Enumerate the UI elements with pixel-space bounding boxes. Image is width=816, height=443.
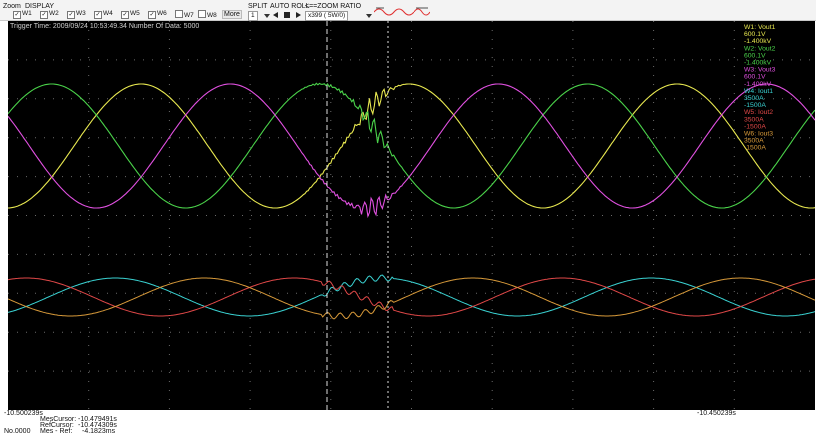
channel-checkbox-w4[interactable]: ✓ W4: [94, 10, 113, 19]
legend-min-w6: -1500A: [744, 145, 766, 152]
legend-min-w3: -1.400kV: [744, 81, 772, 88]
waveform-iout3: [8, 277, 815, 320]
legend-name-w1: W1: Vout1: [744, 24, 776, 31]
legend-min-w4: -1500A: [744, 102, 766, 109]
zoom-ratio-label: <==ZOOM RATIO: [305, 3, 362, 10]
waveform-vout3: [8, 83, 815, 219]
diff-label: Mes - Ref:: [40, 428, 73, 435]
channel-checkbox-w5[interactable]: ✓ W5: [121, 10, 140, 19]
stop-icon[interactable]: [283, 11, 291, 19]
legend-max-w3: 600.1V: [744, 74, 766, 81]
time-end-label: -10.450239s: [697, 410, 736, 417]
diff-value: -4.1823ms: [82, 428, 116, 435]
wave-zoom-out-icon[interactable]: [374, 6, 414, 19]
legend-min-w5: -1500A: [744, 123, 766, 130]
waveform-iout2: [8, 277, 815, 317]
legend-name-w4: W4: Iout1: [744, 88, 773, 95]
legend-name-w6: W6: Iout3: [744, 131, 773, 138]
legend-max-w5: 3500A: [744, 116, 764, 123]
display-menu[interactable]: DISPLAY: [25, 3, 54, 10]
legend-max-w1: 600.1V: [744, 31, 766, 38]
cursor-readout-panel: -10.500239s -10.450239s MesCursor: -10.4…: [0, 410, 816, 443]
legend-min-w1: -1.400kV: [744, 38, 772, 45]
legend-name-w5: W5: Iout2: [744, 109, 773, 116]
more-button[interactable]: More: [222, 10, 242, 19]
split-select[interactable]: 1: [248, 11, 258, 21]
channel-checkbox-w8[interactable]: W8: [198, 10, 217, 19]
waveform-display[interactable]: Trigger Time: 2009/09/24 10:53:49.34 Num…: [8, 21, 815, 410]
channel-checkbox-w1[interactable]: ✓ W1: [13, 10, 32, 19]
channel-checkbox-w2[interactable]: ✓ W2: [40, 10, 59, 19]
legend-max-w2: 600.1V: [744, 52, 766, 59]
toolbar: Zoom DISPLAY ✓ W1 ✓ W2 ✓ W3 ✓ W4 ✓ W5 ✓ W6 W7 W8 More…: [0, 0, 816, 21]
step-forward-icon[interactable]: [294, 11, 302, 19]
legend-name-w3: W3: Vout3: [744, 67, 776, 74]
time-start-label: -10.500239s: [4, 410, 43, 417]
trigger-info: Trigger Time: 2009/09/24 10:53:49.34 Num…: [10, 23, 199, 30]
auto-roll-label: AUTO ROLL: [270, 3, 310, 10]
channel-checkbox-w6[interactable]: ✓ W6: [148, 10, 167, 19]
legend-max-w6: 3500A: [744, 138, 764, 145]
legend-max-w4: 3500A: [744, 95, 764, 102]
channel-checkbox-w7[interactable]: W7: [175, 10, 194, 19]
zoom-ratio-dropdown-icon[interactable]: [364, 12, 374, 19]
step-back-icon[interactable]: [272, 11, 280, 19]
record-number: No.0000: [4, 428, 31, 435]
legend-min-w2: -1.400kV: [744, 60, 772, 67]
split-label: SPLIT: [248, 3, 268, 10]
waveform-plot: Trigger Time: 2009/09/24 10:53:49.34 Num…: [8, 21, 815, 410]
zoom-ratio-select[interactable]: x399 ( 5W/0): [305, 11, 349, 21]
split-dropdown-icon[interactable]: [262, 12, 272, 19]
legend-name-w2: W2: Vout2: [744, 45, 776, 52]
channel-checkbox-w3[interactable]: ✓ W3: [67, 10, 86, 19]
wave-zoom-in-icon[interactable]: [414, 6, 430, 19]
zoom-label: Zoom: [3, 3, 21, 10]
